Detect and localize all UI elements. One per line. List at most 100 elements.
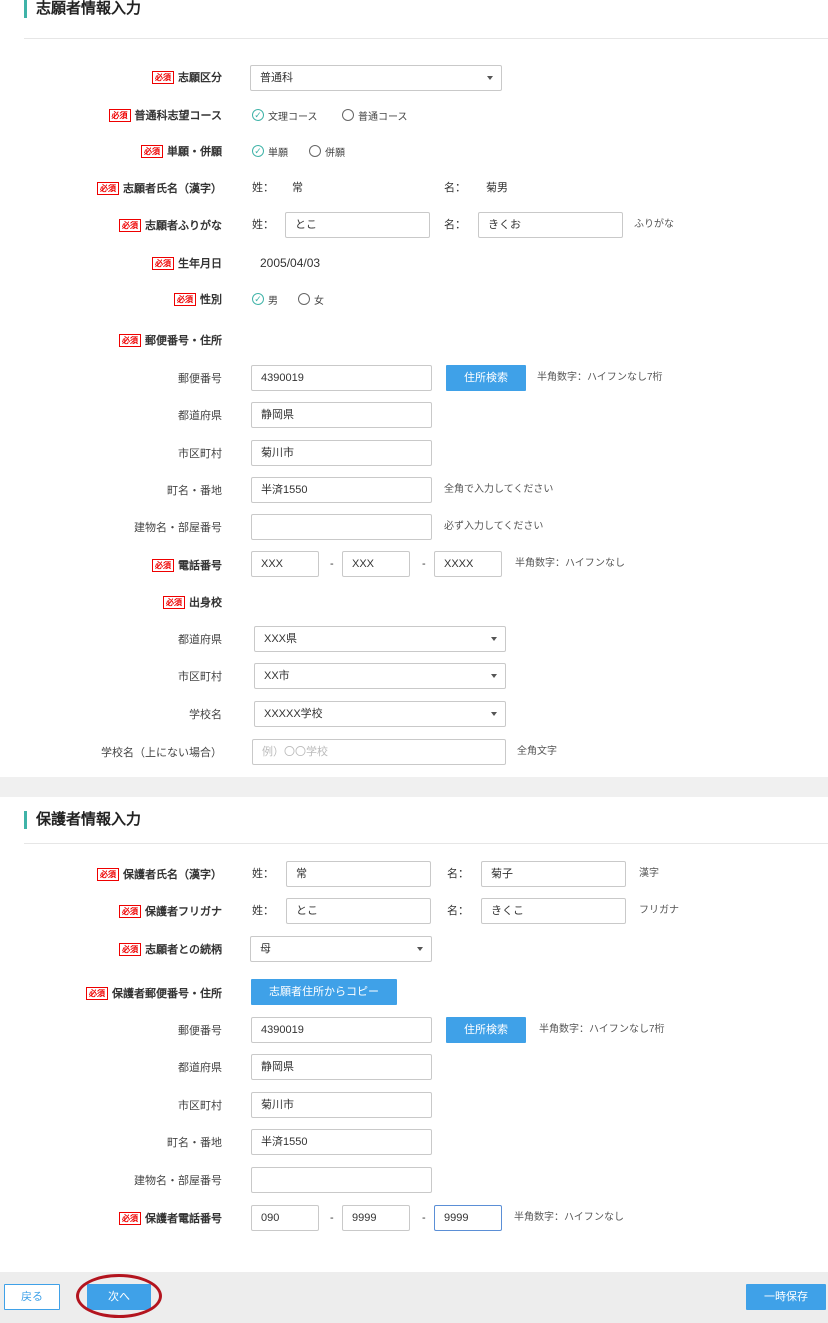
required-badge: 必須 [97,867,119,881]
tel-separator: - [422,1212,426,1224]
building-hint: 必ず入力してください [444,521,544,532]
furigana-label: 必須 志願者ふりがな [119,216,222,234]
guardian-mei-input[interactable]: 菊子 [481,861,626,887]
back-button[interactable]: 戻る [4,1284,60,1310]
required-badge: 必須 [163,595,185,609]
gender-radio-male[interactable]: ✓ 男 [252,290,278,308]
guardian-zip-input[interactable]: 4390019 [251,1017,432,1043]
zip-search-button[interactable]: 住所検索 [446,365,526,391]
single-radio-tangan[interactable]: ✓ 単願 [252,142,288,160]
guardian-zip-hint: 半角数字：ハイフンなし7桁 [539,1024,665,1035]
guardian-city-input[interactable]: 菊川市 [251,1092,432,1118]
required-badge: 必須 [119,1211,141,1225]
school-pref-select[interactable]: XXX県 [254,626,506,652]
guardian-tel-hint: 半角数字：ハイフンなし [514,1212,624,1223]
tel-input-1[interactable]: XXX [251,551,319,577]
applicant-mei: 菊男 [486,182,508,194]
birthdate-value: 2005/04/03 [260,256,321,270]
guardian-kana-hint: フリガナ [639,905,679,916]
section-gap [0,777,828,797]
save-draft-button[interactable]: 一時保存 [746,1284,826,1310]
city-input[interactable]: 菊川市 [251,440,432,466]
guardian-kana-label: 必須 保護者フリガナ [119,902,222,920]
guardian-tel-label: 必須 保護者電話番号 [119,1209,222,1227]
guardian-address-label: 必須 保護者郵便番号・住所 [86,984,222,1002]
furigana-sei-input[interactable]: とこ [285,212,430,238]
guardian-tel-input-1[interactable]: 090 [251,1205,319,1231]
mei-prefix: 名： [447,868,469,880]
radio-circle-icon [298,293,310,305]
city-label: 市区町村 [178,448,222,460]
zip-input[interactable]: 4390019 [251,365,432,391]
zip-label: 郵便番号 [178,373,222,385]
pref-label: 都道府県 [178,410,222,422]
guardian-section-divider [24,843,828,844]
applicant-section-title: 志願者情報入力 [24,0,141,18]
guardian-kana-mei-input[interactable]: きくこ [481,898,626,924]
guardian-pref-label: 都道府県 [178,1062,222,1074]
check-circle-icon: ✓ [252,293,264,305]
required-badge: 必須 [86,986,108,1000]
guardian-zip-search-button[interactable]: 住所検索 [446,1017,526,1043]
applicant-sei: 常 [292,182,303,194]
school-city-select[interactable]: XX市 [254,663,506,689]
furigana-mei-input[interactable]: きくお [478,212,623,238]
school-name-label: 学校名 [189,709,222,721]
sei-prefix: 姓： [252,868,274,880]
tel-separator: - [330,1212,334,1224]
birthdate-label: 必須 生年月日 [152,254,222,272]
tel-separator: - [422,558,426,570]
address-label: 必須 郵便番号・住所 [119,331,222,349]
mei-prefix: 名： [447,905,469,917]
tel-input-3[interactable]: XXXX [434,551,502,577]
guardian-city-label: 市区町村 [178,1100,222,1112]
radio-circle-icon [309,145,321,157]
required-badge: 必須 [141,144,163,158]
required-badge: 必須 [119,942,142,956]
town-input[interactable]: 半済1550 [251,477,432,503]
applicant-section-divider [24,38,828,39]
course-radio-bunri[interactable]: ✓ 文理コース [252,106,318,124]
required-badge: 必須 [119,904,141,918]
guardian-tel-input-2[interactable]: 9999 [342,1205,410,1231]
school-other-input[interactable]: 例）〇〇学校 [252,739,506,765]
required-badge: 必須 [119,333,141,347]
zip-hint: 半角数字：ハイフンなし7桁 [537,372,663,383]
guardian-building-input[interactable] [251,1167,432,1193]
town-label: 町名・番地 [167,485,222,497]
radio-circle-icon [342,109,354,121]
guardian-zip-label: 郵便番号 [178,1025,222,1037]
tel-hint: 半角数字：ハイフンなし [515,558,625,569]
relation-select[interactable]: 母 [250,936,432,962]
tel-input-2[interactable]: XXX [342,551,410,577]
pref-input[interactable]: 静岡県 [251,402,432,428]
tel-label: 必須 電話番号 [152,556,222,574]
copy-address-button[interactable]: 志願者住所からコピー [251,979,397,1005]
guardian-kana-sei-input[interactable]: とこ [286,898,431,924]
single-label: 必須 単願・併願 [141,142,222,160]
guardian-pref-input[interactable]: 静岡県 [251,1054,432,1080]
sei-prefix: 姓： [252,905,274,917]
check-circle-icon: ✓ [252,109,264,121]
required-badge: 必須 [152,256,174,270]
course-radio-futsu[interactable]: 普通コース [342,106,408,124]
building-input[interactable] [251,514,432,540]
guardian-name-label: 必須 保護者氏名（漢字） [97,865,222,883]
school-other-label: 学校名（上にない場合） [101,747,222,759]
guardian-town-label: 町名・番地 [167,1137,222,1149]
single-radio-heigan[interactable]: 併願 [309,142,345,160]
guardian-tel-input-3[interactable]: 9999 [434,1205,502,1231]
guardian-sei-input[interactable]: 常 [286,861,431,887]
school-name-select[interactable]: XXXXX学校 [254,701,506,727]
mei-prefix: 名： [444,219,466,231]
guardian-name-hint: 漢字 [639,868,659,879]
school-city-label: 市区町村 [178,671,222,683]
category-label: 必須 志願区分 [152,68,222,86]
gender-radio-female[interactable]: 女 [298,290,324,308]
guardian-town-input[interactable]: 半済1550 [251,1129,432,1155]
category-select[interactable]: 普通科 [250,65,502,91]
guardian-section-title: 保護者情報入力 [24,811,141,829]
guardian-building-label: 建物名・部屋番号 [134,1175,222,1187]
furigana-hint: ふりがな [634,219,674,230]
gender-label: 必須 性別 [174,290,222,308]
